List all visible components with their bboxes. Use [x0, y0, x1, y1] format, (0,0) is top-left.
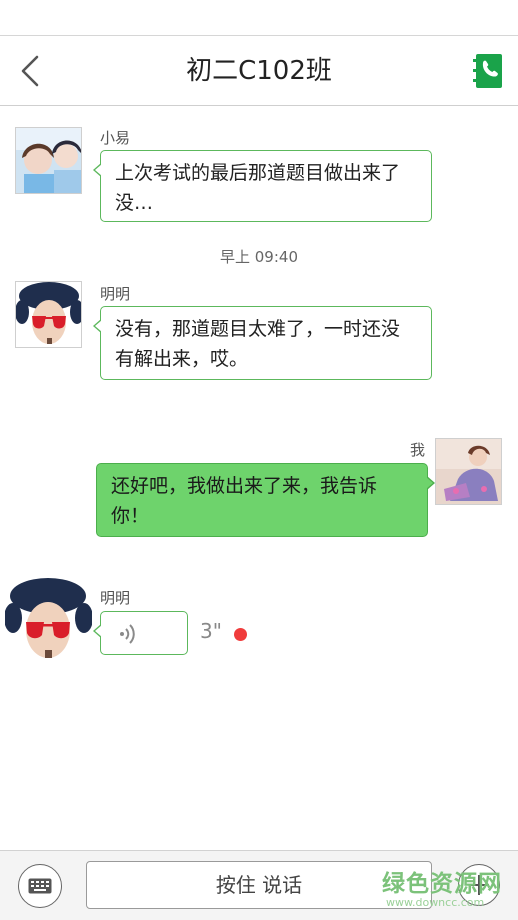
status-bar [0, 0, 518, 36]
avatar[interactable] [5, 578, 92, 665]
hold-to-talk-button[interactable]: 按住 说话 [86, 861, 432, 909]
message-bubble[interactable]: 上次考试的最后那道题目做出来了没… [93, 150, 432, 222]
keyboard-icon [28, 878, 52, 894]
sender-name: 明明 [100, 285, 131, 303]
chat-area[interactable]: 小易 上次考试的最后那道题目做出来了没… 早上 09:40 明明 没有，那道题目… [0, 107, 518, 850]
sender-name: 明明 [100, 589, 131, 607]
message-bubble[interactable]: 还好吧，我做出来了来，我告诉你！ [96, 463, 435, 537]
input-bar: 按住 说话 [0, 850, 518, 920]
keyboard-toggle-button[interactable] [18, 864, 62, 908]
voice-message-bubble[interactable] [93, 611, 188, 655]
voice-duration: 3" [200, 619, 222, 643]
chat-header: 初二C102班 [0, 36, 518, 106]
avatar[interactable] [15, 127, 82, 194]
contacts-book-icon [473, 54, 502, 88]
more-options-button[interactable] [458, 864, 500, 906]
timestamp: 早上 09:40 [220, 248, 298, 266]
avatar[interactable] [15, 281, 82, 348]
message-bubble[interactable]: 没有，那道题目太难了，一时还没有解出来，哎。 [93, 306, 432, 380]
contacts-button[interactable] [472, 52, 504, 90]
sender-name: 小易 [100, 129, 131, 147]
sender-name: 我 [410, 441, 426, 459]
page-title: 初二C102班 [186, 56, 332, 86]
avatar[interactable] [435, 438, 502, 505]
unread-indicator [234, 628, 247, 641]
voice-wave-icon [120, 624, 135, 644]
